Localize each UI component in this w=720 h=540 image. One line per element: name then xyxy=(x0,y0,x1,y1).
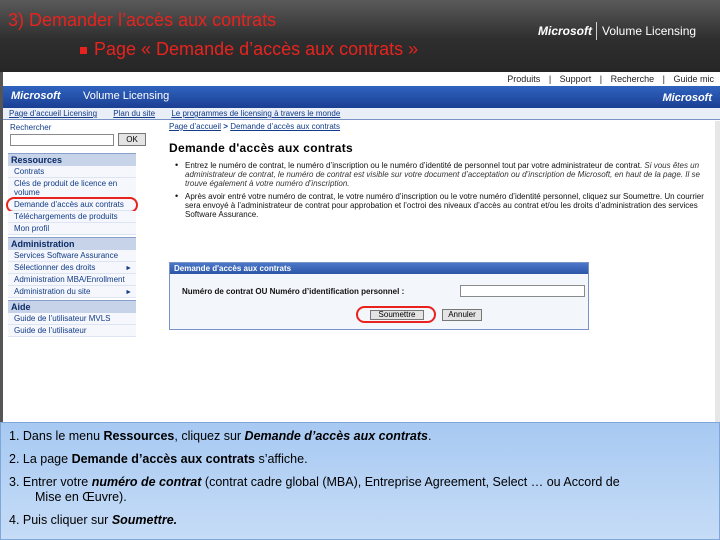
main-content: Page d’accueil > Demande d’accès aux con… xyxy=(167,121,717,422)
step-3: 3. Entrer votre numéro de contrat (contr… xyxy=(9,475,713,505)
top-link-sep: | xyxy=(599,74,603,84)
search-go-button[interactable]: OK xyxy=(118,133,146,146)
step-2: 2. La page Demande d’accès aux contrats … xyxy=(9,452,713,467)
bullet-square-icon xyxy=(80,46,87,54)
top-link-produits[interactable]: Produits xyxy=(507,74,540,84)
sidebar: Rechercher OK Ressources Contrats Clés d… xyxy=(6,121,156,422)
sidebar-item-label: Administration du site xyxy=(14,287,91,296)
search-input[interactable] xyxy=(10,134,114,146)
top-link-sep: | xyxy=(548,74,552,84)
top-link-guide[interactable]: Guide mic xyxy=(673,74,714,84)
site-microsoft-logo-right: Microsoft xyxy=(662,92,713,104)
page-title: Demande d'accès aux contrats xyxy=(169,141,353,155)
bullet-text: Après avoir entré votre numéro de contra… xyxy=(185,192,704,219)
step-1-b: Ressources xyxy=(103,429,175,443)
sidebar-item-admin-site[interactable]: Administration du site ► xyxy=(8,286,136,298)
sidebar-item-contrats[interactable]: Contrats xyxy=(8,166,136,178)
contract-number-label: Numéro de contrat OU Numéro d’identifica… xyxy=(182,287,405,296)
sidebar-nav: Ressources Contrats Clés de produit de l… xyxy=(6,151,138,337)
sidebar-item-cles-produit[interactable]: Clés de produit de licence en volume xyxy=(8,178,136,199)
step-1-c: , cliquez sur xyxy=(174,429,245,443)
contract-request-form: Demande d'accès aux contrats Numéro de c… xyxy=(169,262,589,330)
top-link-sep: | xyxy=(662,74,665,84)
chevron-right-icon: ► xyxy=(125,289,132,296)
breadcrumb-separator: > xyxy=(223,122,228,131)
contract-number-input[interactable] xyxy=(460,285,585,297)
microsoft-logo: Microsoft xyxy=(538,24,592,38)
instructions-panel: 1. Dans le menu Ressources, cliquez sur … xyxy=(0,422,720,540)
sidebar-section-aide: Aide xyxy=(8,300,136,313)
slide-title: 3) Demander l’accès aux contrats xyxy=(8,10,277,30)
sidebar-item-selection-droits[interactable]: Sélectionner des droits ► xyxy=(8,262,136,274)
breadcrumb: Page d’accueil > Demande d’accès aux con… xyxy=(169,122,340,131)
sidebar-section-administration: Administration xyxy=(8,237,136,250)
step-3-b: numéro de contrat xyxy=(91,475,202,489)
step-1-a: 1. Dans le menu xyxy=(9,429,104,443)
instruction-bullets: Entrez le numéro de contrat, le numéro d… xyxy=(175,161,715,223)
chevron-right-icon: ► xyxy=(125,265,132,272)
step-3-a: 3. Entrer votre xyxy=(9,475,92,489)
top-links: Produits | Support | Recherche | Guide m… xyxy=(504,74,717,84)
top-strip: Produits | Support | Recherche | Guide m… xyxy=(3,72,720,86)
sidebar-item-mon-profil[interactable]: Mon profil xyxy=(8,223,136,235)
site-product-name: Volume Licensing xyxy=(83,90,170,102)
sidebar-item-label: Sélectionner des droits xyxy=(14,263,96,272)
sidebar-section-ressources: Ressources xyxy=(8,153,136,166)
nav-link-home[interactable]: Page d’accueil Licensing xyxy=(9,109,97,118)
cancel-button[interactable]: Annuler xyxy=(442,309,482,321)
submit-button[interactable]: Soumettre xyxy=(370,310,424,320)
submit-highlight: Soumettre xyxy=(356,306,436,323)
step-1-d: Demande d’accès aux contrats xyxy=(244,429,428,443)
step-2-b: Demande d’accès aux contrats xyxy=(71,452,255,466)
slide-subtitle-text: Page « Demande d’accès aux contrats » xyxy=(94,39,419,59)
bullet-item: Entrez le numéro de contrat, le numéro d… xyxy=(175,161,715,188)
slide-header: 3) Demander l’accès aux contrats Page « … xyxy=(0,0,720,72)
volume-licensing-logo: Volume Licensing xyxy=(602,24,697,38)
step-3-d: Mise en Œuvre). xyxy=(35,490,127,504)
step-2-a: 2. La page xyxy=(9,452,72,466)
nav-link-sitemap[interactable]: Plan du site xyxy=(113,109,155,118)
step-1: 1. Dans le menu Ressources, cliquez sur … xyxy=(9,429,713,444)
top-link-support[interactable]: Support xyxy=(560,74,592,84)
page-margin xyxy=(715,121,720,422)
sidebar-item-software-assurance[interactable]: Services Software Assurance xyxy=(8,250,136,262)
step-4-a: 4. Puis cliquer sur xyxy=(9,513,112,527)
nav-link-worldwide[interactable]: Le programmes de licensing à travers le … xyxy=(171,109,340,118)
step-2-c: s’affiche. xyxy=(254,452,308,466)
step-4: 4. Puis cliquer sur Soumettre. xyxy=(9,513,713,528)
browser-screenshot: Produits | Support | Recherche | Guide m… xyxy=(0,72,720,422)
bullet-text: Entrez le numéro de contrat, le numéro d… xyxy=(185,161,643,170)
form-header: Demande d'accès aux contrats xyxy=(170,263,588,274)
search-label: Rechercher xyxy=(10,123,52,132)
top-link-recherche[interactable]: Recherche xyxy=(611,74,655,84)
step-4-b: Soumettre. xyxy=(111,513,178,527)
bullet-item: Après avoir entré votre numéro de contra… xyxy=(175,192,715,219)
breadcrumb-current[interactable]: Demande d’accès aux contrats xyxy=(230,122,340,131)
site-microsoft-logo[interactable]: Microsoft xyxy=(11,90,61,102)
step-3-c: (contrat cadre global (MBA), Entreprise … xyxy=(201,475,620,489)
sidebar-item-telechargements[interactable]: Téléchargements de produits xyxy=(8,211,136,223)
logo-divider xyxy=(596,22,597,40)
step-1-e: . xyxy=(427,429,432,443)
site-header-bar: Microsoft Volume Licensing xyxy=(3,86,720,108)
slide-subtitle: Page « Demande d’accès aux contrats » xyxy=(80,39,418,60)
sidebar-item-guide-mvls[interactable]: Guide de l’utilisateur MVLS xyxy=(8,313,136,325)
site-nav-bar: Page d’accueil Licensing Plan du site Le… xyxy=(3,108,720,120)
sidebar-item-guide-utilisateur[interactable]: Guide de l’utilisateur xyxy=(8,325,136,337)
breadcrumb-home[interactable]: Page d’accueil xyxy=(169,122,221,131)
sidebar-item-admin-mba[interactable]: Administration MBA/Enrollment xyxy=(8,274,136,286)
sidebar-item-demande-acces[interactable]: Demande d’accès aux contrats xyxy=(6,197,138,213)
